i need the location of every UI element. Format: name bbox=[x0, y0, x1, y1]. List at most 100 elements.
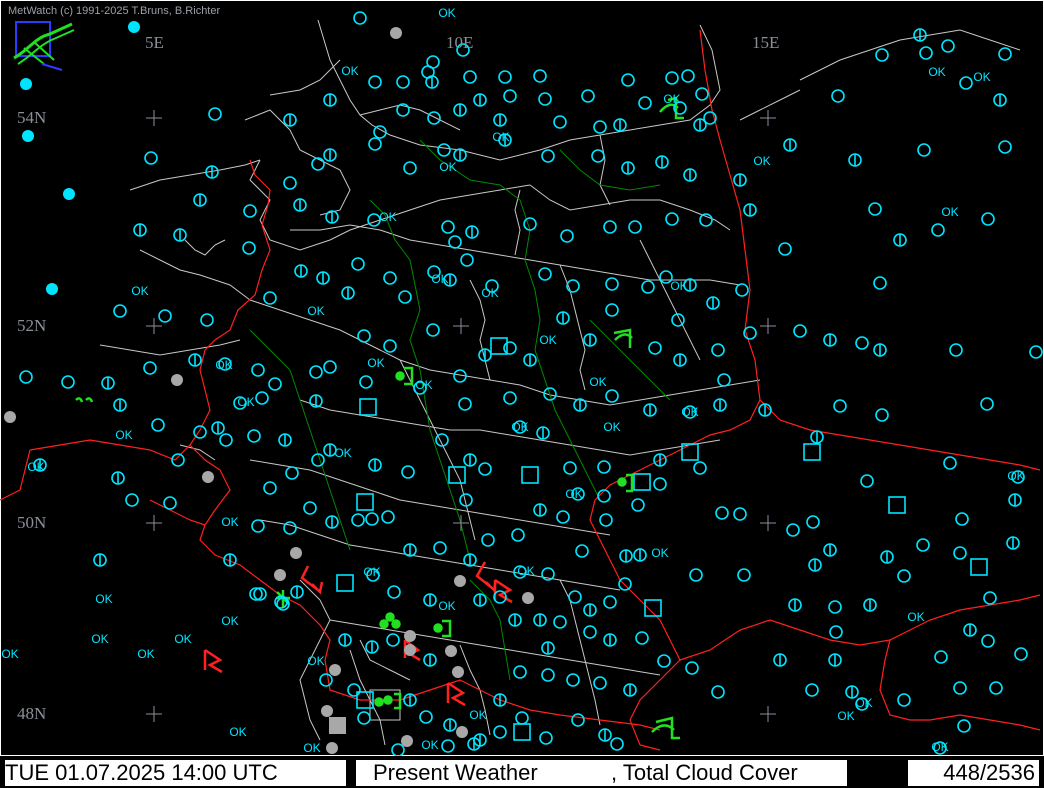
station-marker[interactable] bbox=[793, 324, 807, 338]
station-marker[interactable] bbox=[144, 151, 158, 165]
station-marker[interactable] bbox=[953, 546, 967, 560]
station-marker[interactable] bbox=[323, 360, 337, 374]
station-marker[interactable] bbox=[387, 585, 401, 599]
station-marker[interactable] bbox=[628, 220, 642, 234]
station-marker[interactable] bbox=[717, 373, 731, 387]
station-marker[interactable] bbox=[151, 418, 165, 432]
station-marker[interactable] bbox=[868, 202, 882, 216]
station-marker[interactable] bbox=[303, 501, 317, 515]
station-marker[interactable] bbox=[511, 528, 525, 542]
station-marker[interactable] bbox=[251, 363, 265, 377]
station-marker[interactable] bbox=[367, 213, 381, 227]
station-marker[interactable] bbox=[681, 69, 695, 83]
station-marker[interactable] bbox=[553, 615, 567, 629]
station-marker[interactable] bbox=[957, 719, 971, 733]
station-marker[interactable] bbox=[200, 313, 214, 327]
status-product[interactable]: Present Weather bbox=[356, 760, 597, 786]
station-marker[interactable] bbox=[597, 460, 611, 474]
station-marker[interactable] bbox=[283, 521, 297, 535]
station-marker[interactable] bbox=[493, 725, 507, 739]
station-marker[interactable] bbox=[401, 465, 415, 479]
station-marker[interactable] bbox=[778, 242, 792, 256]
station-marker[interactable] bbox=[566, 673, 580, 687]
station-marker[interactable] bbox=[733, 507, 747, 521]
station-marker[interactable] bbox=[311, 157, 325, 171]
station-marker[interactable] bbox=[998, 47, 1012, 61]
station-marker[interactable] bbox=[460, 253, 474, 267]
station-marker[interactable] bbox=[538, 92, 552, 106]
station-marker[interactable] bbox=[381, 510, 395, 524]
station-marker[interactable] bbox=[605, 277, 619, 291]
station-marker[interactable] bbox=[983, 591, 997, 605]
station-marker[interactable] bbox=[285, 466, 299, 480]
station-marker[interactable] bbox=[539, 731, 553, 745]
station-marker[interactable] bbox=[605, 303, 619, 317]
station-marker[interactable] bbox=[943, 456, 957, 470]
station-marker[interactable] bbox=[635, 631, 649, 645]
station-square[interactable] bbox=[336, 574, 354, 592]
station-marker[interactable] bbox=[805, 683, 819, 697]
station-marker[interactable] bbox=[19, 370, 33, 384]
station-marker[interactable] bbox=[498, 70, 512, 84]
station-marker[interactable] bbox=[981, 634, 995, 648]
station-marker[interactable] bbox=[481, 533, 495, 547]
station-marker[interactable] bbox=[583, 625, 597, 639]
station-marker[interactable] bbox=[403, 161, 417, 175]
station-marker[interactable] bbox=[831, 89, 845, 103]
station-marker[interactable] bbox=[641, 280, 655, 294]
station-marker[interactable] bbox=[353, 11, 367, 25]
station-marker[interactable] bbox=[541, 668, 555, 682]
station-marker[interactable] bbox=[255, 391, 269, 405]
station-marker[interactable] bbox=[242, 241, 256, 255]
station-marker[interactable] bbox=[427, 111, 441, 125]
station-marker[interactable] bbox=[955, 512, 969, 526]
station-marker[interactable] bbox=[311, 453, 325, 467]
station-marker[interactable] bbox=[693, 461, 707, 475]
station-marker[interactable] bbox=[631, 498, 645, 512]
station-marker[interactable] bbox=[959, 76, 973, 90]
station-marker[interactable] bbox=[919, 46, 933, 60]
station-marker[interactable] bbox=[665, 212, 679, 226]
station-marker[interactable] bbox=[786, 523, 800, 537]
station-marker[interactable] bbox=[243, 204, 257, 218]
station-square[interactable] bbox=[359, 398, 377, 416]
station-marker[interactable] bbox=[143, 361, 157, 375]
station-marker[interactable] bbox=[357, 329, 371, 343]
station-marker[interactable] bbox=[351, 257, 365, 271]
station-marker[interactable] bbox=[737, 568, 751, 582]
station-marker[interactable] bbox=[591, 149, 605, 163]
station-marker[interactable] bbox=[383, 339, 397, 353]
station-square[interactable] bbox=[521, 466, 539, 484]
station-marker[interactable] bbox=[980, 397, 994, 411]
station-marker[interactable] bbox=[251, 519, 265, 533]
station-marker[interactable] bbox=[208, 107, 222, 121]
station-marker[interactable] bbox=[875, 408, 889, 422]
station-marker[interactable] bbox=[860, 474, 874, 488]
station-marker[interactable] bbox=[538, 267, 552, 281]
station-marker[interactable] bbox=[503, 391, 517, 405]
station-marker[interactable] bbox=[61, 375, 75, 389]
station-square[interactable] bbox=[633, 473, 651, 491]
station-marker[interactable] bbox=[351, 513, 365, 527]
station-marker[interactable] bbox=[426, 323, 440, 337]
station-marker[interactable] bbox=[695, 87, 709, 101]
station-marker[interactable] bbox=[711, 685, 725, 699]
station-marker[interactable] bbox=[283, 176, 297, 190]
station-marker[interactable] bbox=[953, 681, 967, 695]
station-marker[interactable] bbox=[603, 220, 617, 234]
station-marker[interactable] bbox=[638, 96, 652, 110]
station-marker[interactable] bbox=[560, 229, 574, 243]
station-marker[interactable] bbox=[715, 506, 729, 520]
station-marker[interactable] bbox=[365, 512, 379, 526]
station-marker[interactable] bbox=[689, 568, 703, 582]
station-marker[interactable] bbox=[533, 69, 547, 83]
station-marker[interactable] bbox=[263, 291, 277, 305]
station-marker[interactable] bbox=[828, 600, 842, 614]
station-marker[interactable] bbox=[875, 48, 889, 62]
station-marker[interactable] bbox=[665, 71, 679, 85]
station-marker[interactable] bbox=[571, 713, 585, 727]
station-marker[interactable] bbox=[309, 365, 323, 379]
station-marker[interactable] bbox=[949, 343, 963, 357]
station-marker[interactable] bbox=[735, 283, 749, 297]
station-marker[interactable] bbox=[931, 223, 945, 237]
